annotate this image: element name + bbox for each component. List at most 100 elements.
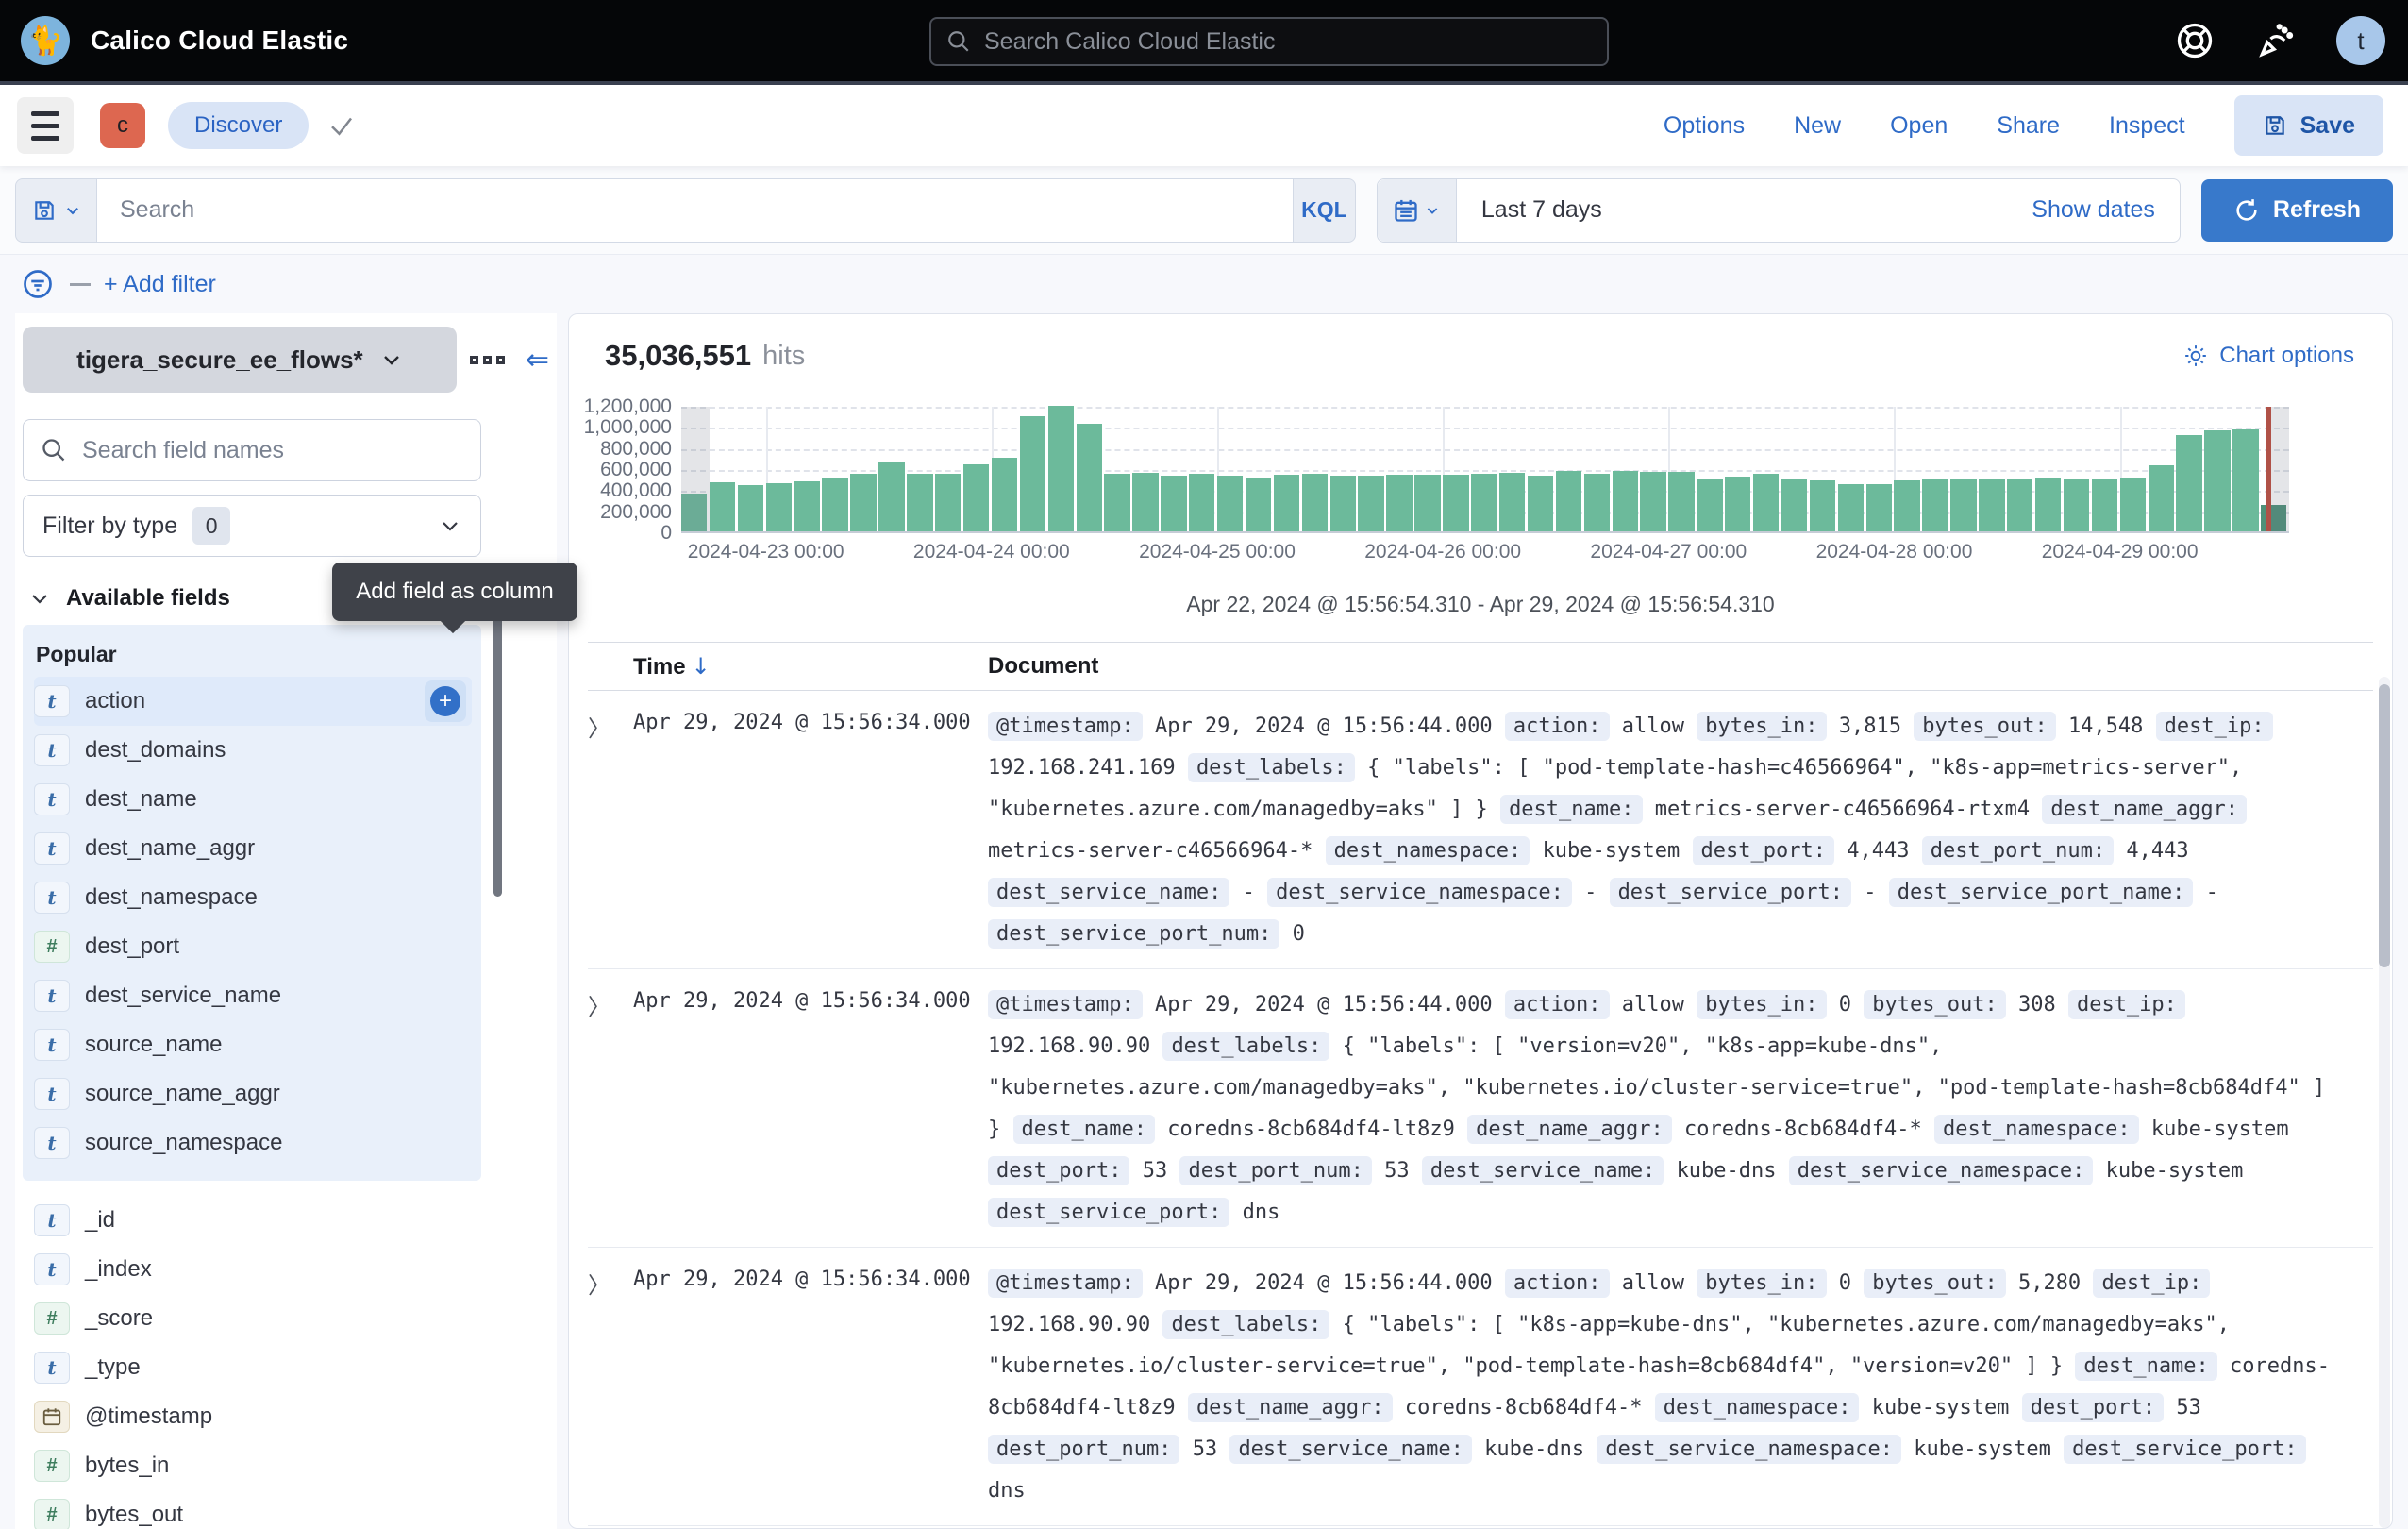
histogram-bar[interactable] <box>2149 465 2174 531</box>
field-item-dest_domains[interactable]: tdest_domains <box>34 726 472 775</box>
histogram-bar[interactable] <box>1358 476 1383 531</box>
histogram-bar[interactable] <box>1725 477 1750 531</box>
histogram-bar[interactable] <box>738 485 763 531</box>
field-item-dest_name[interactable]: tdest_name <box>34 775 472 824</box>
doc-field-badge[interactable]: dest_service_port: <box>988 1198 1229 1227</box>
doc-field-badge[interactable]: @timestamp: <box>988 990 1143 1019</box>
filter-menu-icon[interactable] <box>21 267 55 301</box>
histogram-bar[interactable] <box>1979 479 2004 531</box>
doc-field-badge[interactable]: dest_service_name: <box>1229 1435 1471 1464</box>
histogram-bar[interactable] <box>1471 474 1497 531</box>
doc-field-badge[interactable]: dest_ip: <box>2093 1269 2210 1298</box>
options-link[interactable]: Options <box>1664 112 1745 140</box>
histogram-bar[interactable] <box>2007 479 2032 531</box>
kql-query-input[interactable] <box>97 196 1293 224</box>
inspect-link[interactable]: Inspect <box>2109 112 2185 140</box>
field-item-_id[interactable]: t_id <box>34 1196 549 1245</box>
histogram-bar[interactable] <box>2176 435 2201 531</box>
breadcrumb-discover[interactable]: Discover <box>168 102 309 149</box>
doc-field-badge[interactable]: dest_name: <box>2075 1352 2216 1381</box>
histogram-bar[interactable] <box>2232 429 2258 531</box>
new-link[interactable]: New <box>1794 112 1841 140</box>
doc-field-badge[interactable]: bytes_in: <box>1697 1269 1826 1298</box>
histogram-bar[interactable] <box>1104 474 1129 531</box>
doc-field-badge[interactable]: dest_service_namespace: <box>1597 1435 1901 1464</box>
doc-field-badge[interactable]: dest_port: <box>2022 1393 2164 1422</box>
calico-logo[interactable]: 🐈 <box>21 16 70 65</box>
doc-field-badge[interactable]: dest_namespace: <box>1934 1115 2139 1144</box>
field-item-bytes_in[interactable]: #bytes_in <box>34 1441 549 1490</box>
field-item-_score[interactable]: #_score <box>34 1294 549 1343</box>
doc-field-badge[interactable]: dest_name_aggr: <box>2042 795 2247 824</box>
doc-field-badge[interactable]: dest_name: <box>1500 795 1642 824</box>
index-pattern-selector[interactable]: tigera_secure_ee_flows* <box>23 327 457 393</box>
histogram-bar[interactable] <box>878 462 904 531</box>
histogram-plot[interactable] <box>681 407 2289 533</box>
doc-field-badge[interactable]: dest_service_port_num: <box>988 919 1279 949</box>
histogram-bar[interactable] <box>766 483 792 531</box>
histogram-bar[interactable] <box>2035 478 2061 531</box>
histogram-bar[interactable] <box>2064 479 2089 531</box>
expand-row-icon[interactable]: 〉 <box>588 706 633 955</box>
doc-field-badge[interactable]: action: <box>1505 1269 1610 1298</box>
doc-field-badge[interactable]: dest_name_aggr: <box>1188 1393 1393 1422</box>
doc-field-badge[interactable]: bytes_in: <box>1697 712 1826 741</box>
doc-field-badge[interactable]: dest_port_num: <box>988 1435 1179 1464</box>
histogram-bar[interactable] <box>907 474 932 531</box>
histogram-bar[interactable] <box>1161 476 1186 531</box>
space-badge[interactable]: c <box>100 103 145 148</box>
histogram-bar[interactable] <box>1838 484 1864 531</box>
histogram-bar[interactable] <box>1217 476 1243 531</box>
refresh-button[interactable]: Refresh <box>2201 179 2393 242</box>
histogram-bar[interactable] <box>1443 475 1468 531</box>
field-search-input[interactable] <box>82 437 463 464</box>
histogram-bar[interactable] <box>1894 480 1919 531</box>
doc-field-badge[interactable]: bytes_out: <box>1864 1269 2005 1298</box>
histogram-bar[interactable] <box>1386 475 1412 531</box>
histogram-bar[interactable] <box>1528 476 1553 531</box>
doc-field-badge[interactable]: dest_service_name: <box>1422 1156 1664 1185</box>
doc-field-badge[interactable]: bytes_out: <box>1914 712 2055 741</box>
histogram-bar[interactable] <box>710 482 735 531</box>
field-item-source_name[interactable]: tsource_name <box>34 1020 472 1069</box>
doc-field-badge[interactable]: dest_port: <box>1693 836 1834 865</box>
field-item-bytes_out[interactable]: #bytes_out <box>34 1490 549 1529</box>
histogram-bar[interactable] <box>794 481 820 531</box>
histogram-bar[interactable] <box>1810 480 1835 531</box>
doc-field-badge[interactable]: @timestamp: <box>988 1269 1143 1298</box>
user-avatar[interactable]: t <box>2336 16 2385 65</box>
histogram-bar[interactable] <box>935 474 961 531</box>
doc-field-badge[interactable]: dest_labels: <box>1162 1032 1329 1061</box>
histogram-bar[interactable] <box>1414 475 1440 531</box>
doc-field-badge[interactable]: dest_namespace: <box>1655 1393 1860 1422</box>
histogram-bar[interactable] <box>1048 406 1074 531</box>
menu-icon[interactable] <box>17 97 74 154</box>
field-item-_type[interactable]: t_type <box>34 1343 549 1392</box>
histogram-bar[interactable] <box>850 474 876 531</box>
doc-field-badge[interactable]: action: <box>1505 712 1610 741</box>
doc-field-badge[interactable]: dest_namespace: <box>1326 836 1530 865</box>
show-dates-link[interactable]: Show dates <box>2032 196 2155 224</box>
doc-field-badge[interactable]: @timestamp: <box>988 712 1143 741</box>
save-button[interactable]: Save <box>2234 95 2383 156</box>
doc-field-badge[interactable]: dest_service_name: <box>988 878 1229 907</box>
doc-field-badge[interactable]: dest_service_port: <box>1610 878 1851 907</box>
histogram-bar[interactable] <box>1189 474 1214 531</box>
histogram-bar[interactable] <box>1584 474 1610 531</box>
add-field-as-column-button[interactable]: + <box>425 680 466 722</box>
doc-field-badge[interactable]: dest_service_namespace: <box>1789 1156 2094 1185</box>
histogram-bar[interactable] <box>2204 430 2230 531</box>
doc-field-badge[interactable]: dest_port_num: <box>1179 1156 1371 1185</box>
histogram-bar[interactable] <box>1866 484 1892 531</box>
expand-row-icon[interactable]: 〉 <box>588 1263 633 1512</box>
share-link[interactable]: Share <box>1997 112 2060 140</box>
results-scrollbar-thumb[interactable] <box>2379 684 2390 967</box>
histogram-bar[interactable] <box>1302 474 1328 531</box>
doc-field-badge[interactable]: dest_service_port: <box>2064 1435 2305 1464</box>
add-filter-link[interactable]: + Add filter <box>104 271 216 298</box>
help-icon[interactable] <box>2174 20 2216 61</box>
expand-row-icon[interactable]: 〉 <box>588 984 633 1234</box>
field-item-@timestamp[interactable]: @timestamp <box>34 1392 549 1441</box>
field-item-_index[interactable]: t_index <box>34 1245 549 1294</box>
time-column-header[interactable]: Time↓ <box>633 653 988 680</box>
